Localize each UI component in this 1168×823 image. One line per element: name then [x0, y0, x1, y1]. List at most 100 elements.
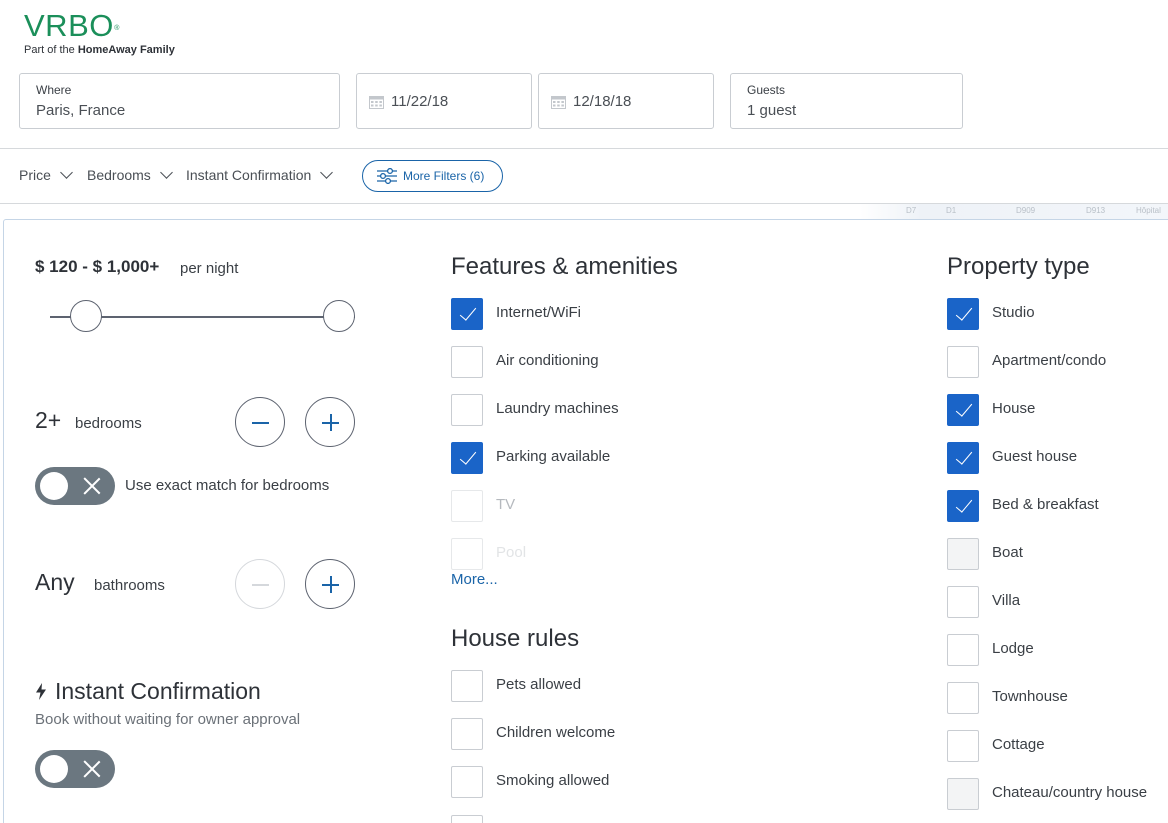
property-type-label: Townhouse — [992, 688, 1068, 705]
property-type-label: House — [992, 400, 1036, 417]
property-type-label: Studio — [992, 304, 1035, 321]
property-type-label: Boat — [992, 544, 1023, 561]
where-input[interactable]: Paris, France — [36, 102, 125, 119]
feature-checkbox[interactable] — [451, 442, 483, 474]
bathrooms-increment-button[interactable] — [305, 559, 355, 609]
property-type-heading: Property type — [947, 253, 1090, 280]
property-type-label: Bed & breakfast — [992, 496, 1099, 513]
vrbo-logo[interactable]: VRBO ® Part of the HomeAway Family — [24, 8, 175, 57]
features-heading: Features & amenities — [451, 253, 678, 280]
chevron-down-icon — [320, 166, 334, 179]
property-type-checkbox[interactable] — [947, 394, 979, 426]
feature-label: TV — [496, 496, 516, 513]
feature-label: Air conditioning — [496, 352, 599, 369]
feature-label: Parking available — [496, 448, 611, 465]
property-type-checkbox[interactable] — [947, 634, 979, 666]
property-type-label: Villa — [992, 592, 1021, 609]
more-filters-label: More Filters (6) — [403, 169, 485, 183]
features-more-link[interactable]: More... — [451, 571, 498, 588]
bedrooms-label: bedrooms — [75, 415, 142, 432]
house-rule-checkbox[interactable] — [451, 815, 483, 823]
minus-icon — [252, 422, 269, 424]
house-rules-heading: House rules — [451, 625, 580, 652]
house-rule-label: Smoking allowed — [496, 772, 610, 789]
feature-checkbox[interactable] — [451, 298, 483, 330]
more-filters-button[interactable]: More Filters (6) — [362, 160, 503, 192]
minus-icon — [252, 584, 269, 586]
feature-checkbox[interactable] — [451, 538, 483, 570]
chevron-down-icon — [60, 166, 73, 179]
calendar-icon — [551, 96, 566, 109]
where-field[interactable]: Where Paris, France — [19, 73, 340, 129]
checkin-field[interactable]: 11/22/18 — [356, 73, 532, 129]
bathrooms-count: Any — [35, 569, 75, 595]
property-type-checkbox[interactable] — [947, 538, 979, 570]
checkin-input[interactable]: 11/22/18 — [391, 93, 448, 110]
price-filter-button[interactable]: Price — [19, 166, 73, 183]
property-type-checkbox[interactable] — [947, 490, 979, 522]
logo-tag-prefix: Part of the — [24, 44, 78, 56]
property-type-checkbox[interactable] — [947, 586, 979, 618]
checkout-field[interactable]: 12/18/18 — [538, 73, 714, 129]
map-label: Hôpital — [1136, 206, 1161, 215]
chevron-down-icon — [159, 166, 173, 179]
logo-word: VRBO — [24, 8, 114, 43]
lightning-icon — [36, 683, 46, 700]
instant-confirmation-heading: Instant Confirmation — [35, 678, 261, 705]
map-label: D913 — [1086, 206, 1106, 215]
property-type-label: Chateau/country house — [992, 784, 1148, 801]
feature-label: Laundry machines — [496, 400, 619, 417]
logo-registered-mark: ® — [114, 25, 120, 32]
price-filter-label: Price — [19, 167, 51, 183]
instant-confirmation-toggle[interactable] — [35, 750, 115, 788]
house-rule-checkbox[interactable] — [451, 670, 483, 702]
price-unit: per night — [180, 260, 239, 277]
instant-confirmation-title: Instant Confirmation — [55, 678, 261, 704]
logo-tag-brand: HomeAway Family — [77, 44, 175, 56]
bathrooms-decrement-button[interactable] — [235, 559, 285, 609]
feature-checkbox[interactable] — [451, 394, 483, 426]
property-type-checkbox[interactable] — [947, 442, 979, 474]
instant-confirmation-filter-button[interactable]: Instant Confirmation — [186, 166, 334, 183]
bedrooms-filter-button[interactable]: Bedrooms — [87, 166, 173, 183]
price-max-handle[interactable] — [323, 300, 355, 332]
property-type-label: Lodge — [992, 640, 1034, 657]
property-type-checkbox[interactable] — [947, 778, 979, 810]
property-type-checkbox[interactable] — [947, 682, 979, 714]
house-rule-checkbox[interactable] — [451, 718, 483, 750]
bedrooms-count: 2+ — [35, 407, 62, 433]
feature-checkbox[interactable] — [451, 490, 483, 522]
house-rule-label: Children welcome — [496, 724, 616, 741]
map-label: D1 — [946, 206, 957, 215]
bedrooms-decrement-button[interactable] — [235, 397, 285, 447]
bedrooms-increment-button[interactable] — [305, 397, 355, 447]
checkout-input[interactable]: 12/18/18 — [573, 93, 631, 110]
instant-filter-label: Instant Confirmation — [186, 167, 312, 183]
property-type-checkbox[interactable] — [947, 346, 979, 378]
calendar-icon — [369, 96, 384, 109]
sliders-icon — [377, 168, 397, 184]
instant-confirmation-subtitle: Book without waiting for owner approval — [35, 711, 301, 728]
feature-checkbox[interactable] — [451, 346, 483, 378]
exact-bedrooms-toggle[interactable] — [35, 467, 115, 505]
bathrooms-label: bathrooms — [94, 577, 165, 594]
price-min-handle[interactable] — [70, 300, 102, 332]
house-rule-label: Pets allowed — [496, 676, 582, 693]
property-type-label: Apartment/condo — [992, 352, 1107, 369]
guests-field[interactable]: Guests 1 guest — [730, 73, 963, 129]
filter-bar: Price Bedrooms Instant Confirmation More… — [0, 149, 1168, 204]
guests-input[interactable]: 1 guest — [747, 102, 796, 119]
property-type-label: Guest house — [992, 448, 1078, 465]
guests-label: Guests — [747, 83, 786, 97]
map-label: D909 — [1016, 206, 1036, 215]
map-label: D7 — [906, 206, 917, 215]
exact-bedrooms-label: Use exact match for bedrooms — [125, 477, 330, 494]
feature-label: Pool — [496, 544, 527, 561]
property-type-checkbox[interactable] — [947, 298, 979, 330]
map-preview[interactable]: D7 D1 D909 D913 Hôpital — [860, 204, 1168, 220]
price-range: $ 120 - $ 1,000+ — [35, 257, 160, 276]
property-type-label: Cottage — [992, 736, 1045, 753]
house-rule-checkbox[interactable] — [451, 766, 483, 798]
where-label: Where — [36, 83, 72, 97]
property-type-checkbox[interactable] — [947, 730, 979, 762]
